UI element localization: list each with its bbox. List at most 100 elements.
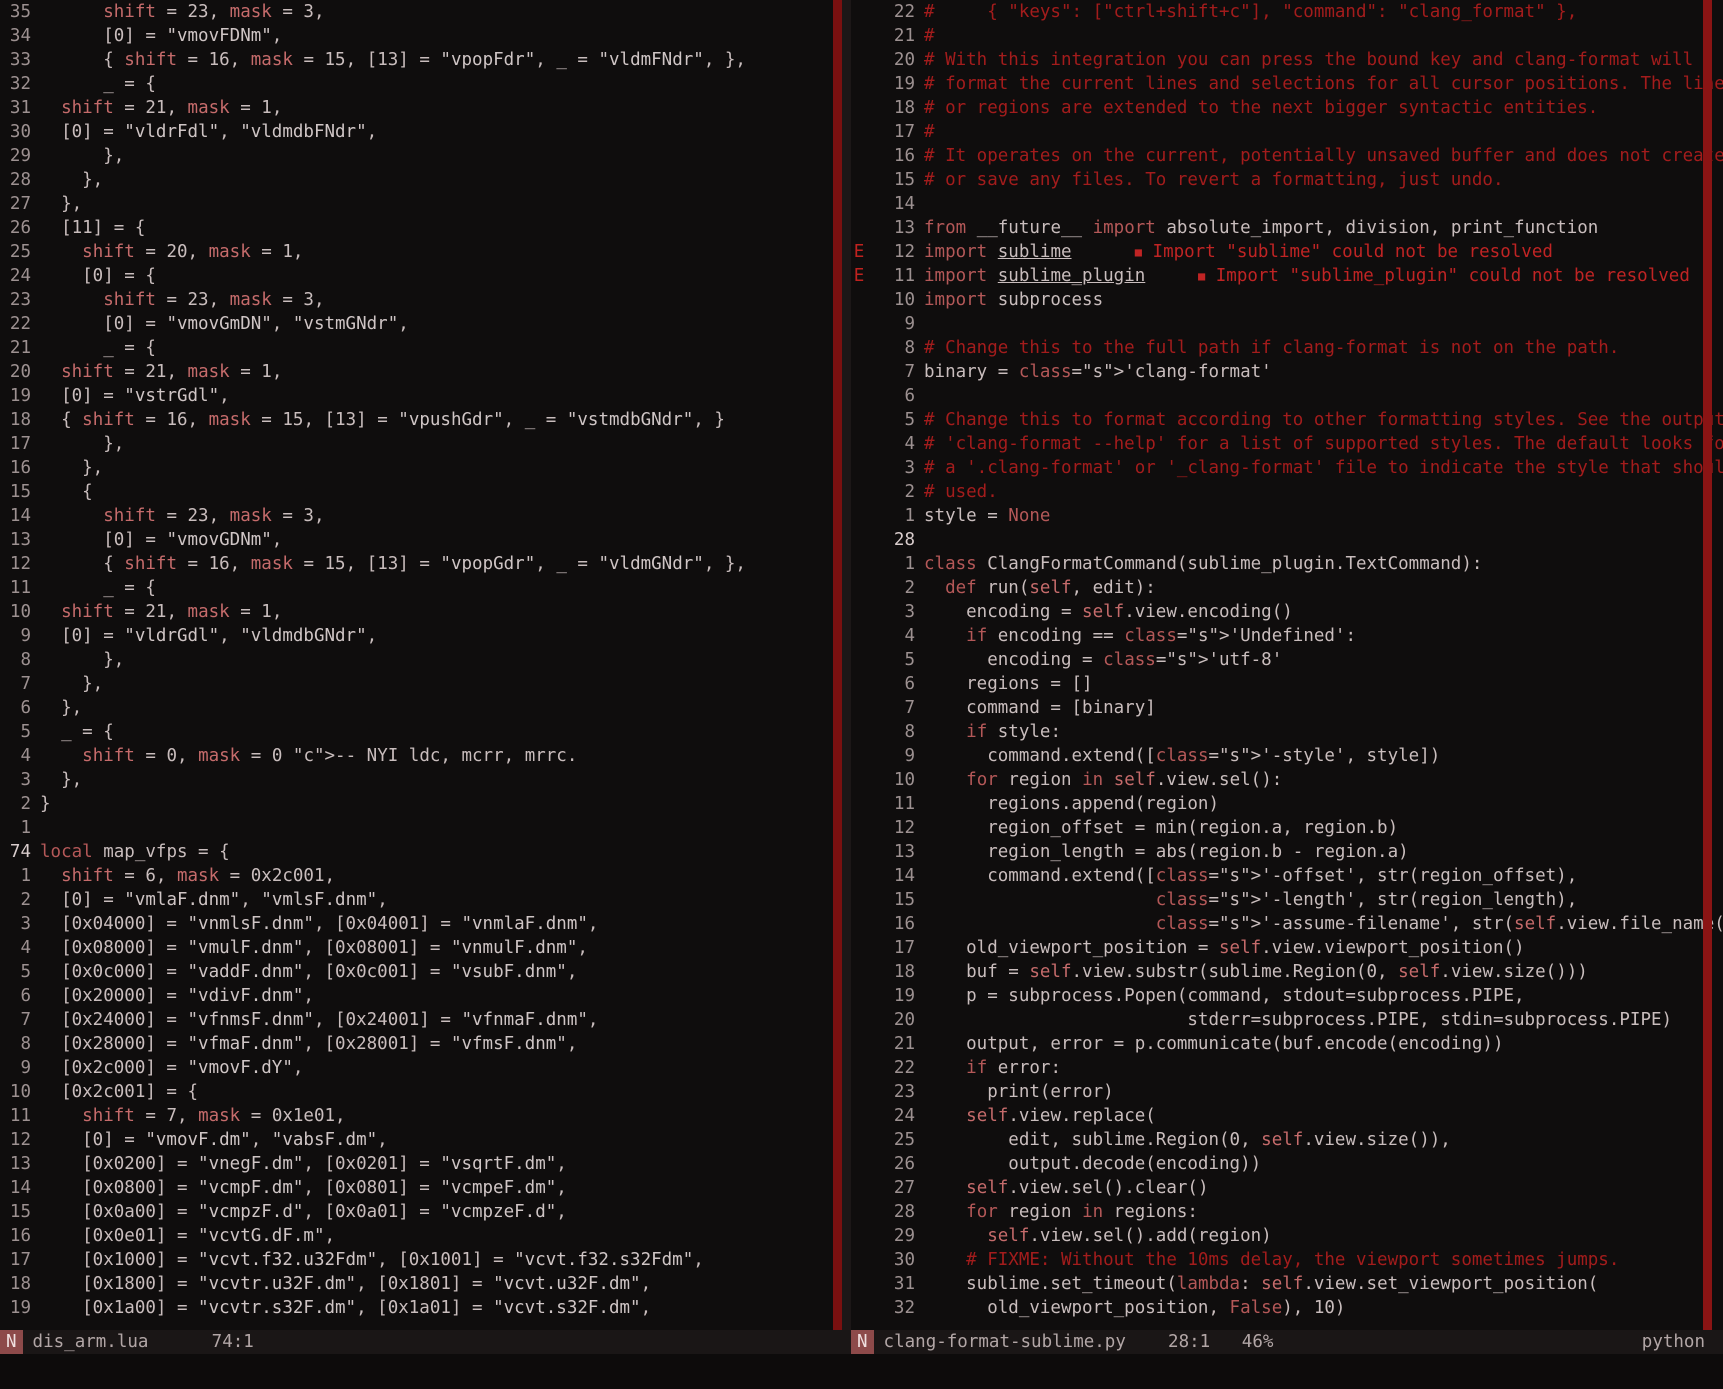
code-line[interactable]: 25 edit, sublime.Region(0, self.view.siz… [851,1128,1723,1152]
code-line[interactable]: 6 regions = [] [851,672,1723,696]
code-line[interactable]: 12 region_offset = min(region.a, region.… [851,816,1723,840]
code-line[interactable]: 28 }, [0,168,833,192]
code-line[interactable]: 23 print(error) [851,1080,1723,1104]
code-line[interactable]: 22 if error: [851,1056,1723,1080]
code-line[interactable]: 9 [0x2c000] = "vmovF.dY", [0,1056,833,1080]
code-line[interactable]: 9 [0] = "vldrGdl", "vldmdbGNdr", [0,624,833,648]
code-line[interactable]: 11 _ = { [0,576,833,600]
code-line[interactable]: 14 [0x0800] = "vcmpF.dm", [0x0801] = "vc… [0,1176,833,1200]
code-line[interactable]: 28 for region in regions: [851,1200,1723,1224]
code-line[interactable]: 10 for region in self.view.sel(): [851,768,1723,792]
code-line[interactable]: 13 [0] = "vmovGDNm", [0,528,833,552]
code-line[interactable]: 3 [0x04000] = "vnmlsF.dnm", [0x04001] = … [0,912,833,936]
code-line[interactable]: 24 [0] = { [0,264,833,288]
code-line[interactable]: 6 [0x20000] = "vdivF.dnm", [0,984,833,1008]
code-line[interactable]: 18 [0x1800] = "vcvtr.u32F.dm", [0x1801] … [0,1272,833,1296]
code-line[interactable]: 29 self.view.sel().add(region) [851,1224,1723,1248]
code-line[interactable]: E 11 import sublime_plugin ■ Import "subli… [851,264,1723,288]
code-line[interactable]: 13 [0x0200] = "vnegF.dm", [0x0201] = "vs… [0,1152,833,1176]
code-line[interactable]: 1 class ClangFormatCommand(sublime_plugin… [851,552,1723,576]
code-line[interactable]: 1 [0,816,833,840]
code-line[interactable]: 2 [0] = "vmlaF.dnm", "vmlsF.dnm", [0,888,833,912]
code-line[interactable]: 4 [0x08000] = "vmulF.dnm", [0x08001] = "… [0,936,833,960]
left-editor-pane[interactable]: 35 shift = 23, mask = 3, 34 [0] = "vmovFD… [0,0,833,1330]
code-line[interactable]: 17 }, [0,432,833,456]
code-line[interactable]: 5 # Change this to format according to ot… [851,408,1723,432]
code-line[interactable]: 32 old_viewport_position, False), 10) [851,1296,1723,1320]
code-line[interactable]: 27 }, [0,192,833,216]
code-line[interactable]: 5 encoding = class="s">'utf-8' [851,648,1723,672]
code-line[interactable]: 5 _ = { [0,720,833,744]
code-line[interactable]: 10 import subprocess [851,288,1723,312]
code-line[interactable]: 14 [851,192,1723,216]
code-line[interactable]: 35 shift = 23, mask = 3, [0,0,833,24]
code-line[interactable]: 21 _ = { [0,336,833,360]
code-line[interactable]: 22 [0] = "vmovGmDN", "vstmGNdr", [0,312,833,336]
code-line[interactable]: 11 regions.append(region) [851,792,1723,816]
code-line[interactable]: 15 [0x0a00] = "vcmpzF.d", [0x0a01] = "vc… [0,1200,833,1224]
code-line[interactable]: 15 # or save any files. To revert a forma… [851,168,1723,192]
code-line[interactable]: 16 [0x0e01] = "vcvtG.dF.m", [0,1224,833,1248]
code-line[interactable]: 2} [0,792,833,816]
code-line[interactable]: 8 }, [0,648,833,672]
code-line[interactable]: 4 shift = 0, mask = 0 "c">-- NYI ldc, mc… [0,744,833,768]
code-line[interactable]: 29 }, [0,144,833,168]
code-line[interactable]: 6 }, [0,696,833,720]
code-line[interactable]: 8 if style: [851,720,1723,744]
code-line[interactable]: 3 # a '.clang-format' or '_clang-format' … [851,456,1723,480]
code-line[interactable]: 26 output.decode(encoding)) [851,1152,1723,1176]
code-line[interactable]: 1 style = None [851,504,1723,528]
command-line[interactable] [0,1354,1723,1389]
code-line[interactable]: 74 local map_vfps = { [0,840,833,864]
code-line[interactable]: 17 old_viewport_position = self.view.vie… [851,936,1723,960]
code-line[interactable]: 7 binary = class="s">'clang-format' [851,360,1723,384]
pane-divider[interactable] [833,0,842,1330]
code-line[interactable]: 11 shift = 7, mask = 0x1e01, [0,1104,833,1128]
code-line[interactable]: 9 [851,312,1723,336]
code-line[interactable]: 10 [0x2c001] = { [0,1080,833,1104]
code-line[interactable]: 12 [0] = "vmovF.dm", "vabsF.dm", [0,1128,833,1152]
code-line[interactable]: 17 # [851,120,1723,144]
code-line[interactable]: 19 p = subprocess.Popen(command, stdout=… [851,984,1723,1008]
code-line[interactable]: 2 def run(self, edit): [851,576,1723,600]
code-line[interactable]: 3 }, [0,768,833,792]
code-line[interactable]: 25 shift = 20, mask = 1, [0,240,833,264]
code-line[interactable]: 7 }, [0,672,833,696]
code-line[interactable]: 15 { [0,480,833,504]
code-line[interactable]: 14 command.extend([class="s">'-offset', … [851,864,1723,888]
code-line[interactable]: 16 # It operates on the current, potentia… [851,144,1723,168]
code-line[interactable]: 15 class="s">'-length', str(region_lengt… [851,888,1723,912]
code-line[interactable]: 26 [11] = { [0,216,833,240]
code-line[interactable]: 32 _ = { [0,72,833,96]
code-line[interactable]: 6 [851,384,1723,408]
code-line[interactable]: 13 region_length = abs(region.b - region… [851,840,1723,864]
code-line[interactable]: 28 [851,528,1723,552]
code-line[interactable]: 30 [0] = "vldrFdl", "vldmdbFNdr", [0,120,833,144]
code-line[interactable]: E 12 import sublime ■ Import "sublime" cou… [851,240,1723,264]
code-line[interactable]: 8 [0x28000] = "vfmaF.dnm", [0x28001] = "… [0,1032,833,1056]
code-line[interactable]: 13 from __future__ import absolute_import… [851,216,1723,240]
code-line[interactable]: 23 shift = 23, mask = 3, [0,288,833,312]
code-line[interactable]: 34 [0] = "vmovFDNm", [0,24,833,48]
code-line[interactable]: 18 # or regions are extended to the next … [851,96,1723,120]
code-line[interactable]: 19 # format the current lines and selecti… [851,72,1723,96]
code-line[interactable]: 9 command.extend([class="s">'-style', st… [851,744,1723,768]
code-line[interactable]: 17 [0x1000] = "vcvt.f32.u32Fdm", [0x1001… [0,1248,833,1272]
code-line[interactable]: 4 # 'clang-format --help' for a list of s… [851,432,1723,456]
code-line[interactable]: 19 [0] = "vstrGdl", [0,384,833,408]
code-line[interactable]: 7 command = [binary] [851,696,1723,720]
code-line[interactable]: 22 # { "keys": ["ctrl+shift+c"], "command… [851,0,1723,24]
code-line[interactable]: 16 class="s">'-assume-filename', str(sel… [851,912,1723,936]
code-line[interactable]: 20 # With this integration you can press … [851,48,1723,72]
code-line[interactable]: 7 [0x24000] = "vfnmsF.dnm", [0x24001] = … [0,1008,833,1032]
code-line[interactable]: 1 shift = 6, mask = 0x2c001, [0,864,833,888]
code-line[interactable]: 27 self.view.sel().clear() [851,1176,1723,1200]
code-line[interactable]: 31 sublime.set_timeout(lambda: self.view… [851,1272,1723,1296]
code-line[interactable]: 8 # Change this to the full path if clang… [851,336,1723,360]
code-line[interactable]: 12 { shift = 16, mask = 15, [13] = "vpop… [0,552,833,576]
code-line[interactable]: 33 { shift = 16, mask = 15, [13] = "vpop… [0,48,833,72]
code-line[interactable]: 10 shift = 21, mask = 1, [0,600,833,624]
code-line[interactable]: 21 # [851,24,1723,48]
code-line[interactable]: 20 shift = 21, mask = 1, [0,360,833,384]
code-line[interactable]: 16 }, [0,456,833,480]
